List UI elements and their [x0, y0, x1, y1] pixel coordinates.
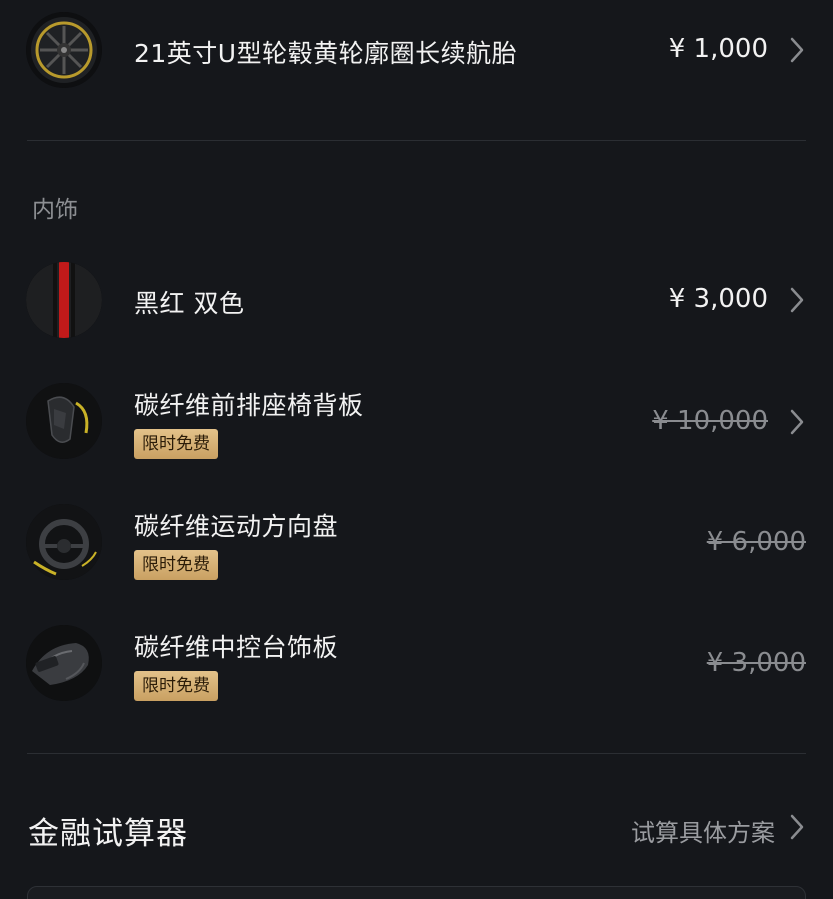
steering-wheel-thumbnail	[26, 504, 102, 580]
chevron-right-icon[interactable]	[787, 408, 807, 436]
option-price: ¥ 3,000	[668, 284, 768, 314]
wheel-thumbnail	[26, 12, 102, 88]
car-config-page: 21英寸U型轮毂黄轮廓圈长续航胎 ¥ 1,000 内饰 黑红 双色 ¥ 3,00…	[0, 0, 833, 899]
option-title: 21英寸U型轮毂黄轮廓圈长续航胎	[134, 39, 518, 68]
interior-color-thumbnail	[26, 262, 102, 338]
option-title: 碳纤维中控台饰板	[134, 633, 339, 662]
option-price-original: ¥ 3,000	[706, 648, 806, 678]
free-badge: 限时免费	[134, 671, 218, 701]
divider	[27, 140, 806, 141]
option-title: 黑红 双色	[134, 289, 245, 318]
option-title: 碳纤维运动方向盘	[134, 512, 339, 541]
finance-calculator-title: 金融试算器	[28, 816, 188, 852]
option-price-original: ¥ 10,000	[652, 406, 768, 436]
finance-card[interactable]	[27, 886, 806, 899]
chevron-right-icon[interactable]	[787, 813, 807, 841]
section-label-interior: 内饰	[32, 197, 78, 223]
option-title: 碳纤维前排座椅背板	[134, 391, 364, 420]
chevron-right-icon[interactable]	[787, 36, 807, 64]
finance-detail-link[interactable]: 试算具体方案	[631, 813, 775, 848]
seat-back-thumbnail	[26, 383, 102, 459]
free-badge: 限时免费	[134, 429, 218, 459]
option-price: ¥ 1,000	[668, 34, 768, 64]
free-badge: 限时免费	[134, 550, 218, 580]
divider	[27, 753, 806, 754]
center-console-thumbnail	[26, 625, 102, 701]
chevron-right-icon[interactable]	[787, 286, 807, 314]
option-price-original: ¥ 6,000	[706, 527, 806, 557]
